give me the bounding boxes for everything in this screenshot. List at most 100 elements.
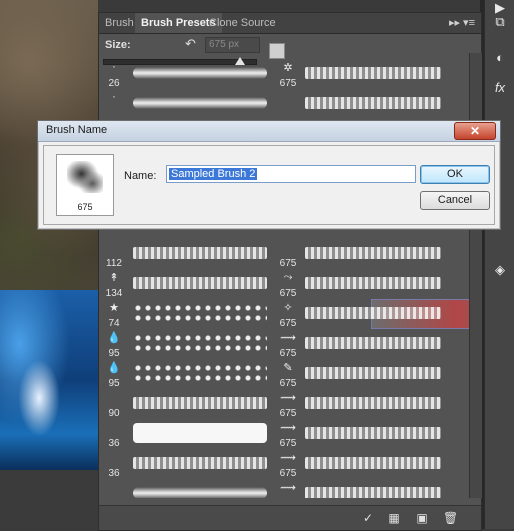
brush-thumb-left[interactable]: ↟ 134	[99, 269, 129, 299]
brush-thumb-left[interactable]: 90	[99, 389, 129, 419]
brush-thumb-right[interactable]: ⟿675	[273, 329, 303, 359]
brush-tip-icon: ·	[112, 91, 116, 103]
brush-stroke-preview[interactable]	[305, 457, 441, 469]
brush-size: 675	[279, 468, 297, 479]
brush-thumb-right[interactable]: ⟿675	[273, 479, 303, 498]
panel-footer: ✓ ▦ ▣ 🗑	[99, 505, 481, 530]
brush-presets-panel: Brush Brush Presets Clone Source ▸▸ ▾≡ S…	[98, 12, 482, 531]
brush-tip-icon: 💧	[107, 332, 121, 344]
brush-stroke-preview[interactable]	[305, 247, 441, 259]
brush-stroke-preview[interactable]	[305, 307, 441, 319]
brush-tip-icon: ·	[112, 61, 116, 73]
brush-thumb-left[interactable]: 36	[99, 419, 129, 449]
tab-clone-source[interactable]: Clone Source	[203, 13, 282, 33]
panel-tabs: Brush Brush Presets Clone Source ▸▸ ▾≡	[99, 13, 481, 34]
brush-stroke-preview[interactable]	[133, 363, 267, 385]
size-field[interactable]: 675 px	[205, 37, 260, 53]
brush-thumb-left[interactable]: 36	[99, 449, 129, 479]
cancel-button[interactable]: Cancel	[420, 191, 490, 210]
brush-stroke-preview[interactable]	[133, 333, 267, 355]
document-canvas	[0, 0, 98, 529]
brush-tip-icon: ↟	[109, 272, 119, 284]
brush-thumb-left[interactable]: ·	[99, 89, 129, 119]
dialog-title: Brush Name	[46, 124, 108, 136]
brush-thumb-right[interactable]: ⟿675	[273, 419, 303, 449]
brush-row: 36 ⟿ 675	[99, 419, 469, 449]
trash-icon[interactable]: 🗑	[443, 511, 458, 525]
water-image-area	[0, 290, 98, 470]
brush-tip-icon: ⟿	[280, 482, 296, 494]
toggle-brush-panel-icon[interactable]: ✓	[361, 511, 375, 525]
brush-thumb-right[interactable]: 675	[273, 239, 303, 269]
brush-size: 74	[108, 318, 120, 329]
brush-stroke-preview[interactable]	[133, 97, 267, 109]
grid-icon[interactable]: ▦	[387, 511, 401, 525]
brush-size: 675	[279, 258, 297, 269]
brush-thumb-right[interactable]: ⟿675	[273, 449, 303, 479]
brush-stroke-preview[interactable]	[305, 337, 441, 349]
brush-stroke-preview[interactable]	[133, 397, 267, 409]
brush-thumb-left[interactable]: · 26	[99, 59, 129, 89]
brush-stroke-preview[interactable]	[305, 487, 441, 498]
brush-stroke-preview[interactable]	[305, 97, 441, 109]
brush-size: 26	[108, 78, 120, 89]
brush-size: 675	[279, 378, 297, 389]
brush-thumb-left[interactable]: 💧 95	[99, 329, 129, 359]
fx-icon[interactable]: fx	[492, 80, 508, 96]
brush-thumb-left[interactable]: 33	[99, 479, 129, 498]
ok-button[interactable]: OK	[420, 165, 490, 184]
brush-thumb-right[interactable]: ⤳ 675	[273, 269, 303, 299]
brush-thumb-right[interactable]: ✲ 675	[273, 59, 303, 89]
brush-stroke-preview[interactable]	[133, 67, 267, 79]
brush-name-input[interactable]: Sampled Brush 2	[166, 165, 416, 183]
brush-thumb-left[interactable]: 112	[99, 239, 129, 269]
brush-stroke-preview[interactable]	[305, 277, 441, 289]
brush-stroke-preview[interactable]	[133, 277, 267, 289]
brush-tip-icon: ⟿	[280, 332, 296, 344]
clone-icon[interactable]: ⧉	[492, 14, 508, 30]
brush-tip-icon: ⟿	[280, 392, 296, 404]
brush-stroke-preview[interactable]	[133, 487, 267, 498]
brush-stroke-preview[interactable]	[133, 457, 267, 469]
brush-thumb-left[interactable]: ★ 74	[99, 299, 129, 329]
brush-stroke-preview[interactable]	[305, 427, 441, 439]
dialog-body: 675 Name: Sampled Brush 2 OK Cancel	[43, 145, 495, 225]
brush-thumb-right[interactable]: ⟿675	[273, 389, 303, 419]
brush-size: 112	[106, 258, 122, 269]
brush-stroke-preview[interactable]	[133, 247, 267, 259]
brush-stroke-preview[interactable]	[305, 397, 441, 409]
brush-row: 112 675	[99, 239, 469, 269]
brush-tip-icon: ✎	[283, 362, 293, 374]
brush-size: 675	[279, 78, 297, 89]
brush-size: 95	[108, 348, 120, 359]
brush-thumb-right[interactable]: ✎ 675	[273, 359, 303, 389]
tab-brush[interactable]: Brush	[99, 13, 140, 33]
brush-stroke-preview[interactable]	[305, 367, 441, 379]
brush-row: 90 ⟿ 675	[99, 389, 469, 419]
brush-row: 💧 95 ✎ 675	[99, 359, 469, 389]
brush-row: 33 ⟿675	[99, 479, 469, 498]
layers-icon[interactable]: ◈	[492, 262, 508, 278]
brush-tip-icon: 💧	[107, 362, 121, 374]
brush-stroke-preview[interactable]	[305, 67, 441, 79]
brush-row: 💧 95 ⟿ 675	[99, 329, 469, 359]
panel-menu-icon[interactable]: ▸▸ ▾≡	[449, 13, 475, 33]
brush-stroke-preview[interactable]	[133, 423, 267, 443]
brush-preview: 675	[56, 154, 114, 216]
brush-row: ↟ 134 ⤳ 675	[99, 269, 469, 299]
close-icon[interactable]: ✕	[454, 122, 496, 140]
canvas-bottom	[0, 470, 98, 529]
brush-thumb-right[interactable]	[273, 89, 303, 119]
brush-tip-icon: ⟿	[280, 422, 296, 434]
brush-thumb-left[interactable]: 💧 95	[99, 359, 129, 389]
rotate-icon[interactable]: ↶	[185, 36, 196, 52]
brush-stroke-preview[interactable]	[133, 303, 267, 325]
new-brush-icon[interactable]: ▣	[415, 511, 429, 525]
brush-thumb-right[interactable]: ✧ 675	[273, 299, 303, 329]
brush-name-value: Sampled Brush 2	[169, 168, 258, 180]
brush-size: 36	[108, 468, 120, 479]
adjustments-icon[interactable]: ◐	[492, 50, 508, 66]
brush-row: ★ 74 ✧ 675	[99, 299, 469, 329]
right-toolbar: ▶ ⧉ ◐ fx ◈	[484, 0, 514, 529]
name-label: Name:	[124, 170, 157, 182]
